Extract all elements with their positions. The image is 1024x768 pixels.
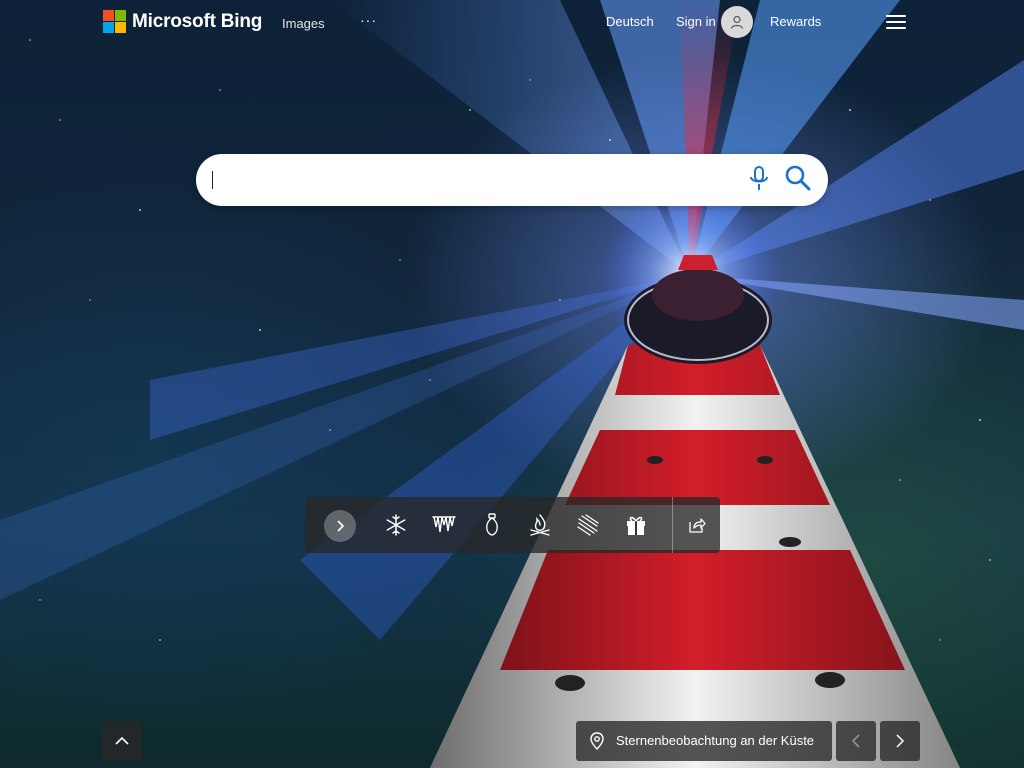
- image-location-label: Sternenbeobachtung an der Küste: [616, 733, 815, 748]
- header: Microsoft Bing Images ··· Deutsch Sign i…: [0, 0, 1024, 44]
- campfire-button[interactable]: [528, 513, 552, 537]
- share-icon: [689, 518, 706, 533]
- image-location-button[interactable]: Sternenbeobachtung an der Küste: [576, 721, 832, 761]
- menu-line-icon: [886, 21, 906, 23]
- search-input[interactable]: [212, 164, 726, 198]
- search-icon[interactable]: [784, 164, 812, 192]
- previous-image-button[interactable]: [836, 721, 876, 761]
- scarf-button[interactable]: [576, 513, 600, 537]
- background-image: [0, 0, 1024, 768]
- rewards-link[interactable]: Rewards: [770, 14, 821, 29]
- snowflake-button[interactable]: [384, 513, 408, 537]
- text-cursor: [212, 171, 213, 189]
- menu-line-icon: [886, 27, 906, 29]
- icicles-button[interactable]: [432, 513, 456, 537]
- snowflake-icon: [386, 514, 406, 536]
- search-box: [196, 154, 828, 206]
- ornament-button[interactable]: [480, 513, 504, 537]
- menu-line-icon: [886, 15, 906, 17]
- logo-square-yellow: [115, 22, 126, 33]
- brand-name: Microsoft Bing: [132, 10, 263, 32]
- logo-square-green: [115, 10, 126, 21]
- theme-toolbar: [305, 497, 720, 553]
- toolbar-divider: [672, 497, 673, 553]
- hamburger-menu-button[interactable]: [884, 12, 908, 32]
- scarf-icon: [577, 514, 599, 536]
- chevron-left-icon: [851, 734, 860, 748]
- chevron-right-icon: [896, 734, 905, 748]
- expand-button[interactable]: [324, 510, 356, 542]
- microsoft-logo-icon: [103, 10, 126, 33]
- microphone-icon[interactable]: [748, 166, 770, 192]
- bing-logo[interactable]: Microsoft Bing: [103, 10, 262, 33]
- next-image-button[interactable]: [880, 721, 920, 761]
- campfire-icon: [530, 514, 550, 536]
- logo-square-blue: [103, 22, 114, 33]
- share-button[interactable]: [685, 513, 709, 537]
- gift-button[interactable]: [624, 513, 648, 537]
- chevron-up-icon: [115, 736, 129, 745]
- scroll-up-button[interactable]: [102, 721, 142, 761]
- chevron-right-icon: [337, 520, 345, 532]
- avatar[interactable]: [721, 6, 753, 38]
- user-icon: [730, 15, 744, 29]
- ornament-icon: [486, 513, 498, 536]
- logo-square-red: [103, 10, 114, 21]
- location-pin-icon: [590, 732, 604, 750]
- nav-images-link[interactable]: Images: [282, 16, 325, 31]
- language-link[interactable]: Deutsch: [606, 14, 654, 29]
- icicles-icon: [432, 516, 456, 533]
- gift-icon: [627, 516, 645, 535]
- nav-more-button[interactable]: ···: [360, 12, 377, 28]
- sign-in-link[interactable]: Sign in: [676, 14, 716, 29]
